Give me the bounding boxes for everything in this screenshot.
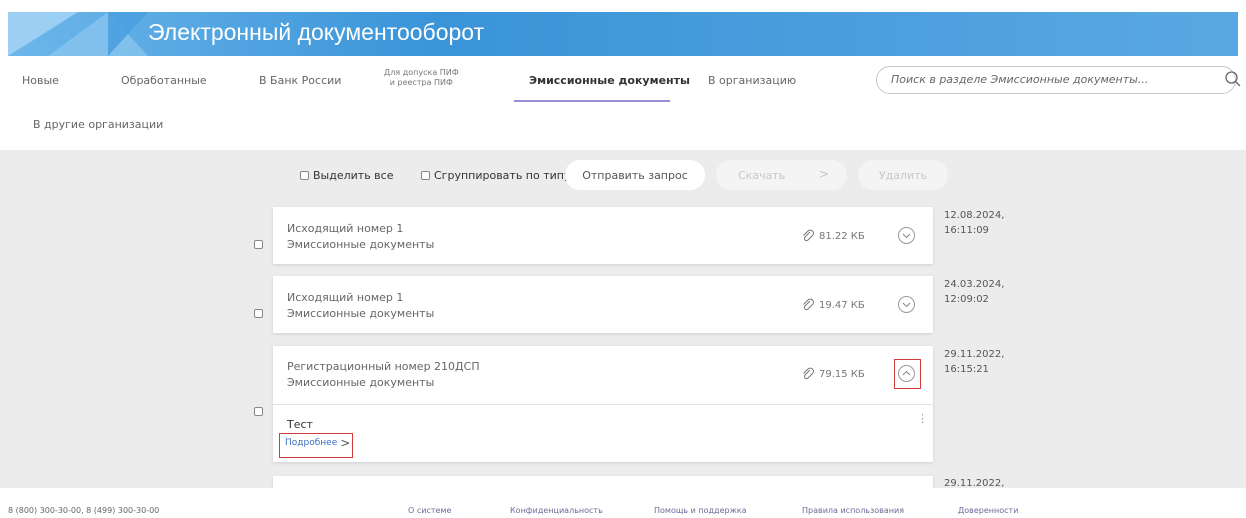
footer-link-about[interactable]: О системе xyxy=(408,506,451,515)
tab-new[interactable]: Новые xyxy=(22,74,59,87)
highlight-box xyxy=(894,359,921,389)
document-title: Исходящий номер 1 xyxy=(287,222,404,235)
select-all-checkbox[interactable]: Выделить все xyxy=(300,169,393,182)
app-title: Электронный документооборот xyxy=(148,19,485,45)
download-button[interactable]: Скачать > xyxy=(716,160,847,190)
document-card[interactable] xyxy=(273,476,933,488)
chevron-down-icon[interactable] xyxy=(898,227,915,244)
document-date: 24.03.2024, 12:09:02 xyxy=(944,279,1005,305)
documents-toolbar: Выделить все Сгруппировать по типу Отпра… xyxy=(0,160,1246,190)
document-type: Эмиссионные документы xyxy=(287,376,435,389)
documents-area: Выделить все Сгруппировать по типу Отпра… xyxy=(0,150,1246,488)
attachment-size: 79.15 КБ xyxy=(801,367,865,381)
footer-link-privacy[interactable]: Конфиденциальность xyxy=(510,506,603,515)
footer-link-help[interactable]: Помощь и поддержка xyxy=(654,506,747,515)
document-title: Регистрационный номер 210ДСП xyxy=(287,360,480,373)
tab-processed[interactable]: Обработанные xyxy=(121,74,207,87)
detail-text: Тест xyxy=(287,418,313,431)
document-date: 12.08.2024, 16:11:09 xyxy=(944,210,1005,236)
paperclip-icon xyxy=(803,367,814,380)
document-type: Эмиссионные документы xyxy=(287,238,435,251)
document-date: 29.11.2022, xyxy=(944,478,1005,488)
document-title: Исходящий номер 1 xyxy=(287,291,404,304)
document-card[interactable]: Исходящий номер 1 Эмиссионные документы … xyxy=(273,276,933,333)
search-input[interactable] xyxy=(891,73,1191,86)
app-header: Электронный документооборот xyxy=(8,12,1238,56)
chevron-right-icon: > xyxy=(818,167,829,181)
delete-button[interactable]: Удалить xyxy=(858,160,948,190)
send-request-button[interactable]: Отправить запрос xyxy=(565,160,705,190)
footer: 8 (800) 300-30-00, 8 (499) 300-30-00 О с… xyxy=(0,500,1246,518)
highlight-box xyxy=(279,433,353,458)
tab-to-organization[interactable]: В организацию xyxy=(708,74,796,87)
paperclip-icon xyxy=(803,298,814,311)
tab-pif-admission[interactable]: Для допуска ПИФ и реестра ПИФ xyxy=(384,68,459,88)
document-date: 29.11.2022, 16:15:21 xyxy=(944,349,1005,375)
tab-other-organizations[interactable]: В другие организации xyxy=(33,118,163,131)
footer-phones: 8 (800) 300-30-00, 8 (499) 300-30-00 xyxy=(8,506,160,515)
document-type: Эмиссионные документы xyxy=(287,307,435,320)
attachment-size: 81.22 КБ xyxy=(801,229,865,243)
group-by-type-checkbox[interactable]: Сгруппировать по типу xyxy=(421,169,571,182)
chevron-down-icon[interactable] xyxy=(898,296,915,313)
paperclip-icon xyxy=(803,229,814,242)
attachment-size: 19.47 КБ xyxy=(801,298,865,312)
document-card[interactable]: Исходящий номер 1 Эмиссионные документы … xyxy=(273,207,933,264)
tab-emission-documents[interactable]: Эмиссионные документы xyxy=(529,74,690,87)
row-checkbox[interactable] xyxy=(254,407,263,416)
tab-to-bank-of-russia[interactable]: В Банк России xyxy=(259,74,341,87)
active-tab-indicator xyxy=(514,100,670,102)
row-checkbox[interactable] xyxy=(254,240,263,249)
search-icon[interactable] xyxy=(1224,70,1242,88)
more-icon[interactable]: ⋮ xyxy=(917,413,928,424)
document-card-expanded[interactable]: Регистрационный номер 210ДСП Эмиссионные… xyxy=(273,346,933,462)
footer-link-rules[interactable]: Правила использования xyxy=(802,506,904,515)
search-box[interactable] xyxy=(876,66,1236,94)
row-checkbox[interactable] xyxy=(254,309,263,318)
footer-link-powers-of-attorney[interactable]: Доверенности xyxy=(958,506,1018,515)
